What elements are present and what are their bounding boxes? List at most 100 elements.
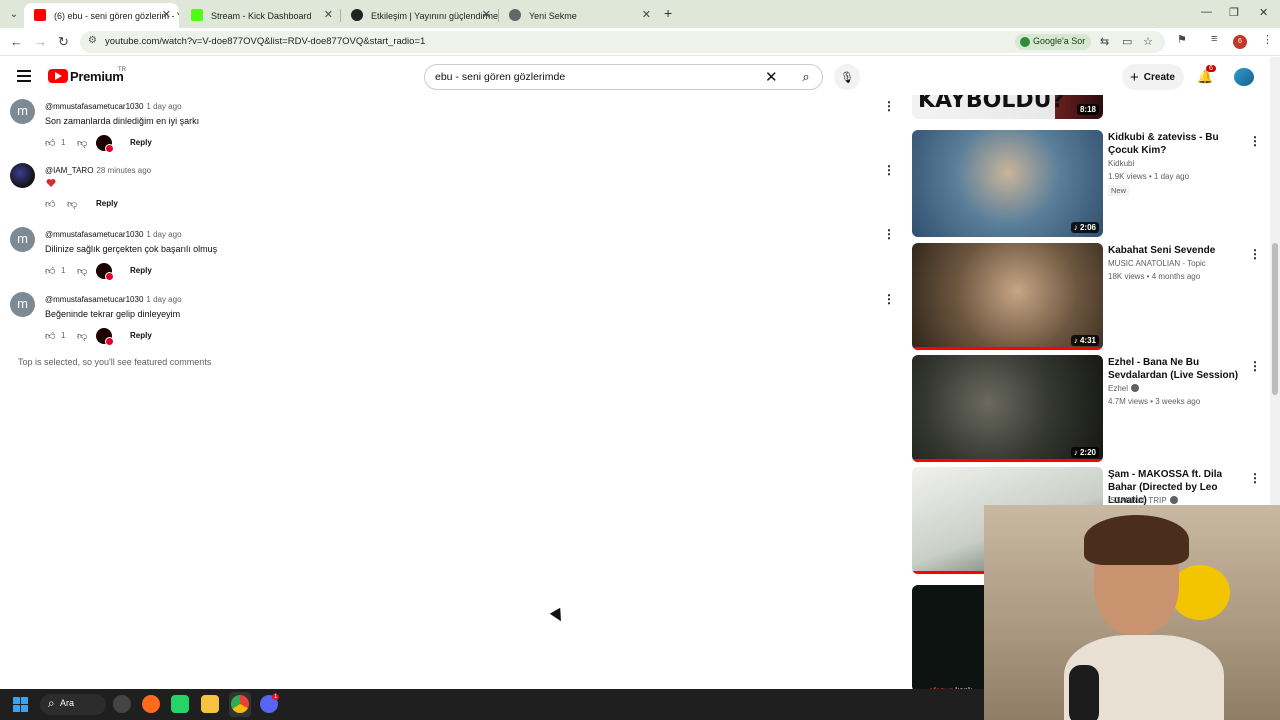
tab-search-chevron-icon[interactable]: ⌄: [4, 4, 24, 24]
new-badge: New: [1108, 185, 1130, 196]
cast-icon[interactable]: ▭: [1122, 35, 1132, 48]
site-info-icon[interactable]: ⚙: [88, 35, 97, 46]
reply-button[interactable]: Reply: [130, 331, 152, 340]
comment-author[interactable]: @mmustafasametucar1030: [45, 230, 143, 239]
browser-menu-icon[interactable]: ⋮: [1262, 33, 1273, 46]
comment-more-icon[interactable]: ⋮: [883, 227, 895, 241]
comment-avatar[interactable]: [10, 163, 35, 188]
tab-etkilesim[interactable]: Etkileşim | Yayınını güçlendirme ✕: [341, 3, 499, 28]
related-video[interactable]: ♪ 4:31 Kabahat Seni Sevende MUSIC ANATOL…: [912, 243, 1270, 351]
microphone: [1069, 665, 1099, 720]
tab-new-tab[interactable]: Yeni Sekme ✕: [499, 3, 659, 28]
video-more-icon[interactable]: ⋮: [1249, 134, 1261, 148]
video-more-icon[interactable]: ⋮: [1249, 247, 1261, 261]
search-input[interactable]: ebu - seni gören gözlerimde: [435, 71, 565, 83]
comment-more-icon[interactable]: ⋮: [883, 99, 895, 113]
guide-menu-icon[interactable]: [17, 70, 31, 82]
restore-icon[interactable]: ❐: [1229, 6, 1239, 19]
translate-icon[interactable]: ⇆: [1100, 35, 1109, 48]
close-tab-icon[interactable]: ✕: [324, 8, 333, 21]
comment-avatar[interactable]: m: [10, 292, 35, 317]
related-video[interactable]: ♪ 2:20 Ezhel - Bana Ne Bu Sevdalardan (L…: [912, 355, 1270, 463]
related-video[interactable]: ♪ 2:06 Kidkubi & zateviss - Bu Çocuk Kim…: [912, 130, 1270, 238]
dislike-icon[interactable]: 👎︎: [77, 137, 87, 149]
like-count: 1: [61, 266, 66, 275]
video-meta: 4.7M views • 3 weeks ago: [1108, 397, 1201, 406]
comment-time[interactable]: 1 day ago: [146, 102, 181, 111]
comment-more-icon[interactable]: ⋮: [883, 292, 895, 306]
webcam-overlay: [984, 505, 1280, 720]
video-more-icon[interactable]: ⋮: [1249, 359, 1261, 373]
video-more-icon[interactable]: ⋮: [1249, 471, 1261, 485]
account-avatar[interactable]: [1234, 68, 1254, 86]
url-text[interactable]: youtube.com/watch?v=V-doe877OVQ&list=RDV…: [105, 36, 425, 47]
profile-avatar[interactable]: 6: [1233, 35, 1247, 49]
forward-icon[interactable]: →: [34, 34, 47, 49]
channel-name[interactable]: Ezhel: [1108, 384, 1128, 393]
comment-author[interactable]: @mmustafasametucar1030: [45, 295, 143, 304]
google-lens-icon: [1020, 37, 1030, 47]
comment-author[interactable]: @mmustafasametucar1030: [45, 102, 143, 111]
video-title[interactable]: Ezhel - Bana Ne Bu Sevdalardan (Live Ses…: [1108, 356, 1248, 382]
comment-time[interactable]: 28 minutes ago: [96, 166, 151, 175]
search-icon[interactable]: ⌕: [789, 65, 823, 89]
watch-progress-bar: [912, 347, 1103, 350]
video-thumbnail[interactable]: KAYBOLDU? 8:18: [912, 95, 1103, 119]
like-icon[interactable]: 👍︎: [45, 330, 55, 342]
media-queue-icon[interactable]: ≡: [1211, 33, 1217, 45]
whatsapp-icon[interactable]: [171, 695, 189, 713]
back-icon[interactable]: ←: [10, 34, 23, 49]
video-thumbnail[interactable]: ♪ 2:20: [912, 355, 1103, 462]
like-icon[interactable]: 👍︎: [45, 137, 55, 149]
windows-start-icon[interactable]: [13, 697, 28, 712]
address-bar[interactable]: ⚙ youtube.com/watch?v=V-doe877OVQ&list=R…: [80, 31, 1165, 53]
create-button[interactable]: + Create: [1122, 64, 1184, 90]
comment-time[interactable]: 1 day ago: [146, 230, 181, 239]
chrome-icon[interactable]: [231, 695, 249, 713]
comment-author[interactable]: @IAM_TARO: [45, 166, 93, 175]
video-thumbnail[interactable]: ♪ 2:06: [912, 130, 1103, 237]
new-tab-icon[interactable]: +: [664, 5, 672, 21]
taskbar-search[interactable]: Ara: [40, 694, 106, 715]
tab-youtube[interactable]: (6) ebu - seni gören gözlerim - Y ✕: [24, 3, 179, 28]
page-scrollbar-thumb[interactable]: [1272, 243, 1278, 395]
dislike-icon[interactable]: 👎︎: [67, 198, 77, 210]
voice-search-icon[interactable]: 🎙: [834, 64, 860, 90]
search-box[interactable]: ebu - seni gören gözlerimde ✕ ⌕: [424, 64, 823, 90]
video-title[interactable]: Kidkubi & zateviss - Bu Çocuk Kim?: [1108, 131, 1248, 157]
browser-toolbar: ← → ↻ ⚙ youtube.com/watch?v=V-doe877OVQ&…: [0, 28, 1280, 56]
extension-icon[interactable]: ⚑: [1177, 33, 1187, 46]
obs-icon[interactable]: [113, 695, 131, 713]
like-icon[interactable]: 👍︎: [45, 265, 55, 277]
reply-button[interactable]: Reply: [130, 138, 152, 147]
file-explorer-icon[interactable]: [201, 695, 219, 713]
channel-name[interactable]: Kidkubi: [1108, 159, 1134, 168]
close-tab-icon[interactable]: ✕: [162, 8, 171, 21]
comment-more-icon[interactable]: ⋮: [883, 163, 895, 177]
window-close-icon[interactable]: ✕: [1259, 6, 1268, 19]
related-video[interactable]: KAYBOLDU? 8:18: [912, 95, 1270, 120]
like-icon[interactable]: 👍︎: [45, 198, 55, 210]
video-title[interactable]: Kabahat Seni Sevende: [1108, 244, 1248, 257]
reload-icon[interactable]: ↻: [58, 34, 69, 50]
close-tab-icon[interactable]: ✕: [482, 8, 491, 21]
comment-time[interactable]: 1 day ago: [146, 295, 181, 304]
reply-button[interactable]: Reply: [130, 266, 152, 275]
google-ask-button[interactable]: Google'a Sor: [1015, 34, 1092, 50]
tab-kick-dashboard[interactable]: Stream - Kick Dashboard ✕: [181, 3, 341, 28]
channel-name[interactable]: ISTANBUL TRIP: [1108, 496, 1167, 505]
reply-button[interactable]: Reply: [96, 199, 118, 208]
dislike-icon[interactable]: 👎︎: [77, 330, 87, 342]
clear-search-icon[interactable]: ✕: [765, 68, 778, 86]
close-tab-icon[interactable]: ✕: [642, 8, 651, 21]
youtube-logo-icon[interactable]: [48, 69, 68, 83]
comment-avatar[interactable]: m: [10, 99, 35, 124]
minimize-icon[interactable]: —: [1201, 6, 1212, 18]
comment-avatar[interactable]: m: [10, 227, 35, 252]
logo-text[interactable]: Premium: [70, 69, 124, 84]
video-thumbnail[interactable]: ♪ 4:31: [912, 243, 1103, 350]
dislike-icon[interactable]: 👎︎: [77, 265, 87, 277]
channel-name[interactable]: MUSIC ANATOLIAN - Topic: [1108, 259, 1206, 268]
bookmark-star-icon[interactable]: ☆: [1143, 35, 1153, 48]
firefox-icon[interactable]: [142, 695, 160, 713]
